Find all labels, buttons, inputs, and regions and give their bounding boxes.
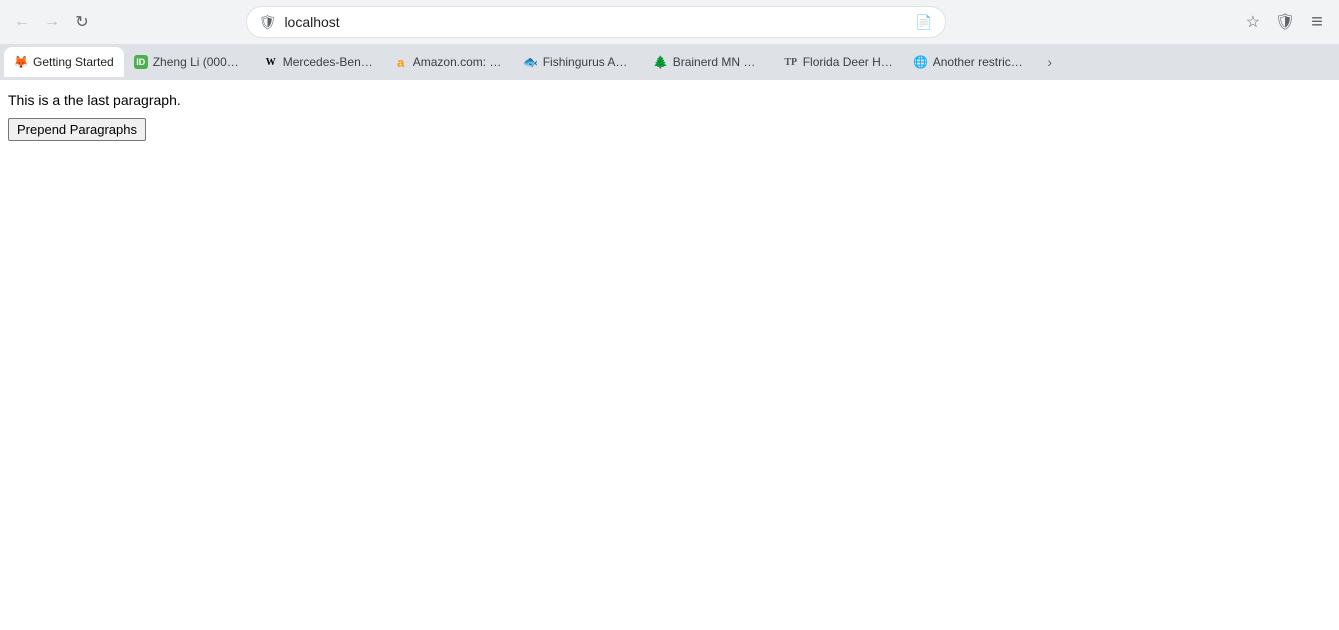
tab-fishingurus[interactable]: 🐟 Fishingurus Angler's I... <box>514 47 644 77</box>
bookmark-page-icon[interactable]: 📄 <box>915 14 932 31</box>
tab-mercedes[interactable]: W Mercedes-Benz G-Clas... <box>254 47 384 77</box>
back-button[interactable]: ← <box>8 8 36 36</box>
browser-toolbar: ← → ↻ 🛡 📄 ☆ 🛡 ≡ <box>0 0 1339 44</box>
toolbar-right: ☆ 🛡 ≡ <box>1239 8 1331 36</box>
tab-brainerd[interactable]: 🌲 Brainerd MN Hunting ... <box>644 47 774 77</box>
tab-amazon[interactable]: a Amazon.com: ExpertP... <box>384 47 514 77</box>
prepend-paragraphs-button[interactable]: Prepend Paragraphs <box>8 118 146 141</box>
star-button[interactable]: ☆ <box>1239 8 1267 36</box>
tab-icon-brainerd: 🌲 <box>654 55 668 69</box>
last-paragraph: This is a the last paragraph. <box>8 92 1331 108</box>
nav-buttons: ← → ↻ <box>8 8 96 36</box>
tab-label-another: Another restrictive dee... <box>933 55 1024 69</box>
shield-icon: 🛡 <box>259 14 277 31</box>
browser-chrome: ← → ↻ 🛡 📄 ☆ 🛡 ≡ 🦊 Getting Started ID Zhe… <box>0 0 1339 80</box>
tab-icon-florida-deer: TP <box>784 55 798 69</box>
tab-label-mercedes: Mercedes-Benz G-Clas... <box>283 55 374 69</box>
tabs-overflow-button[interactable]: › <box>1038 50 1062 74</box>
tab-another[interactable]: 🌐 Another restrictive dee... <box>904 47 1034 77</box>
tab-label-florida-deer: Florida Deer Hunting S... <box>803 55 894 69</box>
tab-icon-zheng-li: ID <box>134 55 148 69</box>
forward-button[interactable]: → <box>38 8 66 36</box>
address-bar-icons: 📄 <box>915 14 932 31</box>
tab-label-fishingurus: Fishingurus Angler's I... <box>543 55 634 69</box>
page-content: This is a the last paragraph. Prepend Pa… <box>0 80 1339 630</box>
address-bar-input[interactable] <box>284 14 907 30</box>
tab-icon-amazon: a <box>394 55 408 69</box>
tab-florida-deer[interactable]: TP Florida Deer Hunting S... <box>774 47 904 77</box>
tab-icon-mercedes: W <box>264 55 278 69</box>
tab-label-brainerd: Brainerd MN Hunting ... <box>673 55 764 69</box>
address-bar-container: 🛡 📄 <box>246 6 946 38</box>
firefox-shield-button[interactable]: 🛡 <box>1271 8 1299 36</box>
tab-label-getting-started: Getting Started <box>33 55 114 69</box>
menu-button[interactable]: ≡ <box>1303 8 1331 36</box>
tab-label-amazon: Amazon.com: ExpertP... <box>413 55 504 69</box>
tab-label-zheng-li: Zheng Li (0000-0002-3... <box>153 55 244 69</box>
reload-button[interactable]: ↻ <box>68 8 96 36</box>
tab-icon-fishingurus: 🐟 <box>524 55 538 69</box>
tab-zheng-li[interactable]: ID Zheng Li (0000-0002-3... <box>124 47 254 77</box>
tab-icon-getting-started: 🦊 <box>14 55 28 69</box>
tab-getting-started[interactable]: 🦊 Getting Started <box>4 47 124 77</box>
tab-icon-another: 🌐 <box>914 55 928 69</box>
tabs-bar: 🦊 Getting Started ID Zheng Li (0000-0002… <box>0 44 1339 80</box>
